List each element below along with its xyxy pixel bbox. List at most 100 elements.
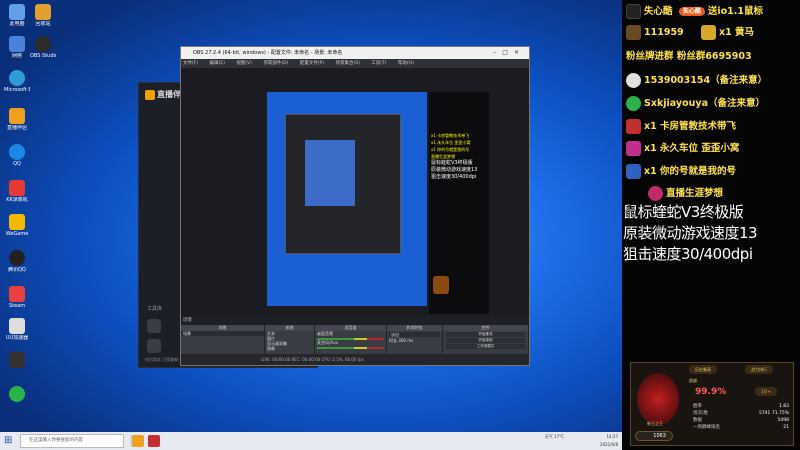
tray-weather: 天气 17°C: [544, 434, 564, 439]
version-text: 伴侣版本 已是最新: [145, 357, 179, 362]
obs-menubar: 文件(F) 编辑(E) 视图(V) 停靠部件(D) 配置文件(P) 场景集合(S…: [181, 59, 529, 68]
menu-docks[interactable]: 停靠部件(D): [263, 61, 288, 66]
preview-panel-line: x1 永久车位 歪歪小窝: [431, 140, 471, 145]
rank-stat-row: 场次/胜 5741 71.75%: [693, 411, 789, 416]
sources-dock[interactable]: 来源 文本 图片 显示器采集 图像: [265, 325, 315, 355]
system-tray[interactable]: 天气 17°C 14:27 2022/6/8: [545, 433, 618, 449]
taskbar-search-input[interactable]: 在这里输入你要搜索的内容: [20, 434, 124, 448]
transitions-dock[interactable]: 转场特效 淡出 时长 300 ms: [387, 325, 443, 355]
penguin-icon: [9, 250, 25, 266]
desktop: 此电脑 回收站 网络 OBS Studio Microsoft Edge 直播伴…: [0, 0, 622, 432]
windows-start-icon[interactable]: ⊞: [4, 435, 12, 447]
scene-item[interactable]: 场景: [181, 331, 264, 336]
overlay-mouse-line: 原装微动游戏速度13: [623, 224, 758, 242]
rank-tag: 战力排行: [745, 365, 773, 374]
mixer-channel-label: 麦克风/Aux: [317, 340, 338, 345]
source-item[interactable]: 图像: [265, 346, 314, 351]
window-controls[interactable]: –□✕: [493, 47, 525, 59]
dream-icon: [648, 186, 663, 201]
crown-icon: [626, 141, 641, 156]
rocket-icon: [626, 119, 641, 134]
rank-score: 1063: [635, 431, 673, 441]
scenes-dock[interactable]: 场景 场景: [181, 325, 265, 355]
studio-mode-button[interactable]: 工作室模式: [446, 344, 525, 349]
accelerator-icon: [9, 386, 25, 402]
menu-scene-collection[interactable]: 场景集合(S): [335, 61, 359, 66]
tray-date: 2022/6/8: [600, 442, 618, 447]
desktop-icon-steam[interactable]: Steam: [4, 286, 30, 309]
phone-icon: [9, 352, 25, 368]
rank-percent: 99.9%: [695, 387, 727, 397]
obs-icon: [35, 36, 51, 52]
preview-panel-big: 狙击速度30/400dpi: [431, 174, 477, 180]
rank-tag: 1万+: [755, 387, 777, 396]
menu-help[interactable]: 帮助(H): [398, 61, 414, 66]
overlay-row-gift-1: x1 卡房管教技术带飞: [626, 118, 736, 136]
preview-panel-big: 鼠标蝰蛇V3终极版: [431, 160, 473, 166]
preview-panel-line: x1 你的号就是我的号: [431, 147, 470, 152]
menu-profile[interactable]: 配置文件(P): [300, 61, 324, 66]
overlay-row-wechat: Sxkjiayouya（备注来意）: [626, 95, 765, 113]
desktop-icon-kk[interactable]: KK录像机: [4, 180, 30, 203]
obs-window[interactable]: OBS 27.2.4 (64-bit, windows) - 配置文件: 未命名…: [180, 46, 530, 366]
plane-icon: [626, 164, 641, 179]
preview-nested-capture: [305, 140, 355, 206]
transition-select[interactable]: 淡出: [389, 332, 440, 337]
menu-tools[interactable]: 工具(T): [371, 61, 386, 66]
menu-file[interactable]: 文件(F): [183, 61, 198, 66]
document-icon: [9, 318, 25, 334]
tool-button-1[interactable]: [147, 319, 161, 333]
preview-panel-big: 原装微动游戏速度13: [431, 167, 478, 173]
qq-icon: [626, 73, 641, 88]
gold-bar-icon: [700, 25, 716, 40]
desktop-icon-tencent-qq[interactable]: 腾讯QQ: [4, 250, 30, 273]
desktop-icon-wegame[interactable]: WeGame: [4, 214, 30, 237]
overlay-row-gift: 失心酷 失心酷 送io1.1鼠标: [626, 3, 763, 21]
transitions-title: 转场特效: [387, 325, 442, 331]
overlay-row-gift-2: x1 永久车位 歪歪小窝: [626, 140, 739, 158]
computer-icon: [9, 4, 25, 20]
gift-icon: [626, 25, 641, 40]
menu-view[interactable]: 视图(V): [236, 61, 252, 66]
recycle-bin-icon: [35, 4, 51, 20]
taskbar-live-companion-icon[interactable]: [132, 435, 144, 447]
preview-overlay-panel: x1 卡房管教技术带飞 x1 永久车位 歪歪小窝 x1 你的号就是我的号 直播生…: [429, 92, 489, 314]
start-streaming-button[interactable]: 开始推流: [446, 332, 525, 337]
overlay-row-qq: 1539003154（备注来意）: [626, 72, 767, 90]
desktop-icon-phone[interactable]: [4, 352, 30, 369]
steam-icon: [9, 286, 25, 302]
rank-stat-row: 一周巅峰排名 21: [693, 425, 789, 430]
desktop-icon-this-pc[interactable]: 此电脑: [4, 4, 30, 27]
obs-preview[interactable]: x1 卡房管教技术带飞 x1 永久车位 歪歪小窝 x1 你的号就是我的号 直播生…: [181, 68, 529, 316]
mixer-dock[interactable]: 混音器 桌面音频 麦克风/Aux: [315, 325, 387, 355]
desktop-icon-edge[interactable]: Microsoft Edge: [4, 70, 30, 93]
obs-titlebar[interactable]: OBS 27.2.4 (64-bit, windows) - 配置文件: 未命名…: [181, 47, 529, 59]
start-recording-button[interactable]: 开始录制: [446, 338, 525, 343]
desktop-icon-green[interactable]: [4, 386, 30, 403]
desktop-icon-qq[interactable]: QQ: [4, 144, 30, 167]
overlay-row-fans: 粉丝牌进群 粉丝群6695903: [626, 51, 752, 62]
duration-field[interactable]: 时长 300 ms: [387, 338, 442, 343]
dock-header: 场景: [181, 316, 529, 325]
tiktok-icon: [626, 4, 641, 19]
taskbar-app-icon[interactable]: [148, 435, 160, 447]
controls-dock[interactable]: 控件 开始推流 开始录制 工作室模式: [443, 325, 529, 355]
desktop-icon-live-companion[interactable]: 直播伴侣: [4, 108, 30, 131]
obs-title: OBS 27.2.4 (64-bit, windows) - 配置文件: 未命名…: [193, 50, 343, 56]
tools-label: 工具库: [147, 306, 163, 312]
desktop-icon-obs[interactable]: OBS Studio: [30, 36, 56, 59]
live-companion-icon: [9, 108, 25, 124]
desktop-icon-uu[interactable]: UU加速器: [4, 318, 30, 341]
preview-panel-line: 直播生涯梦想: [431, 154, 455, 159]
rank-percent-label: 超越: [689, 378, 697, 383]
desktop-icon-network[interactable]: 网络: [4, 36, 30, 59]
stream-overlay: 失心酷 失心酷 送io1.1鼠标 111959 x1 黄马 粉丝牌进群 粉丝群66…: [622, 0, 800, 450]
wegame-icon: [9, 214, 25, 230]
rank-title: 新王之王: [647, 421, 663, 426]
network-icon: [9, 36, 25, 52]
taskbar: ⊞ 在这里输入你要搜索的内容 天气 17°C 14:27 2022/6/8: [0, 432, 622, 450]
tool-button-2[interactable]: [147, 339, 161, 353]
desktop-icon-recycle-bin[interactable]: 回收站: [30, 4, 56, 27]
menu-edit[interactable]: 编辑(E): [210, 61, 225, 66]
overlay-mouse-line: 狙击速度30/400dpi: [623, 245, 753, 263]
